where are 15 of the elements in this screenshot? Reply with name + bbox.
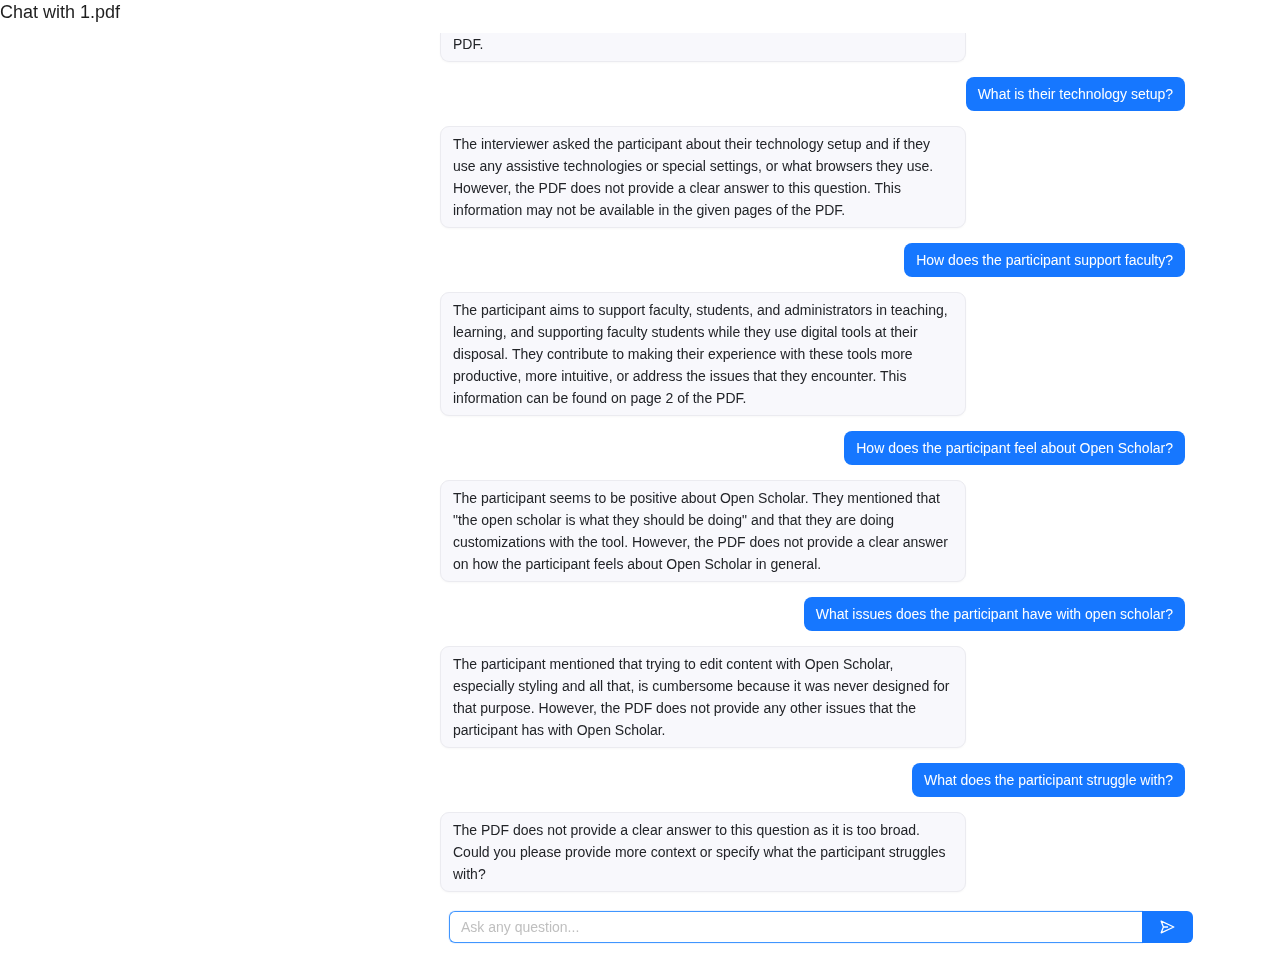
question-message: What does the participant struggle with? <box>911 763 1185 797</box>
answer-message: The PDF does not provide a clear answer to this question as it is too broad. Could you please provide more context or specify what the participant struggles with? <box>440 812 966 892</box>
question-message: What issues does the participant have with open scholar? <box>803 597 1185 631</box>
answer-message: The interviewer asked the participant about their technology setup and if they use any assistive technologies or special settings, or what browsers they use. However, the PDF does not provide a clear answer to this question. This information may not be available in the given pages of the PDF. <box>440 126 966 228</box>
question-message: How does the participant feel about Open Scholar? <box>844 431 1185 465</box>
answer-message: PDF. <box>440 33 966 62</box>
answer-message: The participant mentioned that trying to edit content with Open Scholar, especially styling and all that, is cumbersome because it was never designed for that purpose. However, the PDF does not provide any other issues that the participant has with Open Scholar. <box>440 646 966 748</box>
send-icon <box>1160 920 1175 934</box>
question-message: How does the participant support faculty? <box>904 243 1185 277</box>
send-button[interactable] <box>1142 911 1193 943</box>
question-message: What is their technology setup? <box>965 77 1185 111</box>
question-input[interactable]: Ask any question... <box>449 911 1142 943</box>
answer-message: The participant aims to support faculty, students, and administrators in teaching, learning, and supporting faculty students while they use digital tools at their disposal. They contribute to making their experience with these tools more productive, more intuitive, or address the issues that they encounter. This information can be found on page 2 of the PDF. <box>440 292 966 416</box>
answer-message: The participant seems to be positive about Open Scholar. They mentioned that "the open scholar is what they should be doing" and that they are doing customizations with the tool. However, the PDF does not provide a clear answer on how the participant feels about Open Scholar in general. <box>440 480 966 582</box>
page-title: Chat with 1.pdf <box>0 1 121 24</box>
